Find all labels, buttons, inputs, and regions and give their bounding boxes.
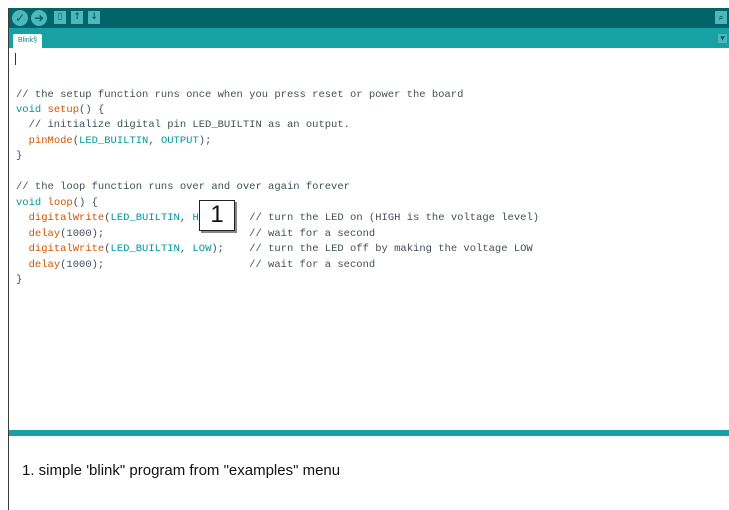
code-line: // the setup function runs once when you… <box>16 88 463 102</box>
code-token: (1000); <box>60 259 250 271</box>
code-token: digitalWrite <box>28 212 105 224</box>
code-token: () { <box>72 197 98 209</box>
arrow-right-icon: ➜ <box>33 11 45 25</box>
save-arrow-down-icon: ↓ <box>90 12 98 22</box>
code-token: LED_BUILTIN <box>110 212 180 224</box>
code-token: , <box>148 135 161 147</box>
code-token: , <box>179 212 193 224</box>
code-token: // the loop function runs over and over … <box>16 181 350 193</box>
check-icon: ✓ <box>14 11 26 25</box>
code-editor[interactable]: // the setup function runs once when you… <box>9 48 729 430</box>
text-cursor <box>15 53 16 65</box>
save-button[interactable]: ↓ <box>88 11 100 24</box>
code-token: loop <box>47 197 73 209</box>
code-token: () { <box>79 104 105 116</box>
code-token: // the setup function runs once when you… <box>16 89 464 101</box>
code-line: delay(1000); // wait for a second <box>16 258 376 272</box>
code-token: LED_BUILTIN <box>79 135 149 147</box>
arduino-ide-window: ✓ ➜ ▯ ↑ ↓ ⌕ Blink§ ▼ // the setup functi… <box>8 8 729 510</box>
code-line: digitalWrite(LED_BUILTIN, LOW); // turn … <box>16 242 533 256</box>
code-token: // wait for a second <box>249 259 376 271</box>
code-token: LOW <box>192 243 212 255</box>
figure-caption: 1. simple 'blink" program from "examples… <box>22 462 341 479</box>
code-line: } <box>16 149 22 163</box>
code-line: digitalWrite(LED_BUILTIN, HIGH); // turn… <box>16 211 539 225</box>
code-token: ); <box>211 243 250 255</box>
code-token: OUTPUT <box>160 135 199 147</box>
code-line: pinMode(LED_BUILTIN, OUTPUT); <box>16 134 212 148</box>
toolbar: ✓ ➜ ▯ ↑ ↓ ⌕ <box>9 8 729 28</box>
open-arrow-up-icon: ↑ <box>73 12 81 22</box>
magnifier-icon: ⌕ <box>718 13 724 22</box>
serial-monitor-button[interactable]: ⌕ <box>715 11 727 24</box>
code-line: void setup() { <box>16 103 104 117</box>
tab-bar: Blink§ ▼ <box>9 28 729 48</box>
verify-button[interactable]: ✓ <box>12 10 28 26</box>
code-token: , <box>179 243 193 255</box>
code-line: } <box>16 273 22 287</box>
code-token: // initialize digital pin LED_BUILTIN as… <box>16 119 350 131</box>
code-token: } <box>16 150 23 162</box>
code-token: pinMode <box>28 135 73 147</box>
caption-area: 1. simple 'blink" program from "examples… <box>9 436 729 510</box>
code-line: delay(1000); // wait for a second <box>16 227 376 241</box>
code-line: // the loop function runs over and over … <box>16 180 350 194</box>
code-token: // wait for a second <box>249 228 376 240</box>
code-token: ); <box>198 135 212 147</box>
code-line: // initialize digital pin LED_BUILTIN as… <box>16 118 350 132</box>
new-file-icon: ▯ <box>57 12 63 22</box>
tab-menu-button[interactable]: ▼ <box>718 34 727 43</box>
code-token: LED_BUILTIN <box>110 243 180 255</box>
code-token: delay <box>28 228 61 240</box>
code-token: } <box>16 274 23 286</box>
triangle-down-icon: ▼ <box>720 35 725 42</box>
new-button[interactable]: ▯ <box>54 11 66 24</box>
code-line: void loop() { <box>16 196 98 210</box>
code-token: void <box>16 104 42 116</box>
code-token: digitalWrite <box>28 243 105 255</box>
callout-number: 1 <box>199 200 235 231</box>
code-token: // turn the LED off by making the voltag… <box>249 243 533 255</box>
tab-blink[interactable]: Blink§ <box>13 34 43 48</box>
code-token: void <box>16 197 42 209</box>
open-button[interactable]: ↑ <box>71 11 83 24</box>
code-token: setup <box>47 104 80 116</box>
upload-button[interactable]: ➜ <box>31 10 47 26</box>
code-token: // turn the LED on (HIGH is the voltage … <box>249 212 540 224</box>
code-token: delay <box>28 259 61 271</box>
